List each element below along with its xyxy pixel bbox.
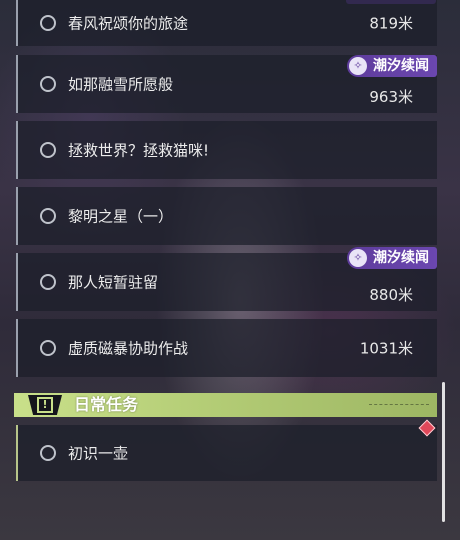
quest-title: 黎明之星（一） (68, 207, 174, 226)
daily-tasks-title: 日常任务 (74, 395, 139, 414)
daily-tasks-header[interactable]: ! 日常任务 (14, 393, 437, 417)
quest-status-circle-icon (40, 274, 56, 290)
quest-item[interactable]: 虚质磁暴协助作战 1031米 (16, 319, 437, 377)
quest-distance: 963米 (369, 88, 413, 106)
quest-title: 如那融雪所愿般 (68, 75, 174, 94)
quest-tag: ✧ 潮汐续闻 (347, 247, 437, 269)
quest-tag: ✧ 潮汐续闻 (347, 55, 437, 77)
quest-title: 初识一壶 (68, 444, 129, 463)
tide-story-icon: ✧ (349, 249, 367, 267)
quest-status-circle-icon (40, 76, 56, 92)
quest-item[interactable]: 春风祝颂你的旅途 819米 (16, 0, 437, 46)
quest-title: 虚质磁暴协助作战 (68, 339, 189, 358)
quest-status-circle-icon (40, 15, 56, 31)
daily-tasks-badge: ! (28, 395, 62, 415)
quest-distance: 819米 (369, 14, 413, 33)
quest-item[interactable]: 黎明之星（一） (16, 187, 437, 245)
quest-title: 拯救世界？拯救猫咪! (68, 141, 210, 160)
quest-tag-label: 潮汐续闻 (373, 58, 429, 74)
quest-distance: 1031米 (359, 339, 413, 358)
daily-quest-item[interactable]: 初识一壶 (16, 425, 437, 481)
tide-story-icon: ✧ (349, 57, 367, 75)
quest-tag-label: 潮汐续闻 (373, 250, 429, 266)
quest-item[interactable]: ✧ 潮汐续闻 如那融雪所愿般 963米 (16, 55, 437, 113)
quest-title: 那人短暂驻留 (68, 273, 159, 292)
scrollbar[interactable] (442, 382, 445, 522)
quest-status-circle-icon (40, 445, 56, 461)
quest-item[interactable]: 拯救世界？拯救猫咪! (16, 121, 437, 179)
quest-status-circle-icon (40, 142, 56, 158)
header-decoration (369, 404, 429, 407)
quest-title: 春风祝颂你的旅途 (68, 14, 189, 33)
quest-status-circle-icon (40, 208, 56, 224)
quest-distance: 880米 (369, 286, 413, 304)
quest-item[interactable]: ✧ 潮汐续闻 那人短暂驻留 880米 (16, 247, 437, 311)
quest-status-circle-icon (40, 340, 56, 356)
exclamation-icon: ! (37, 397, 53, 413)
